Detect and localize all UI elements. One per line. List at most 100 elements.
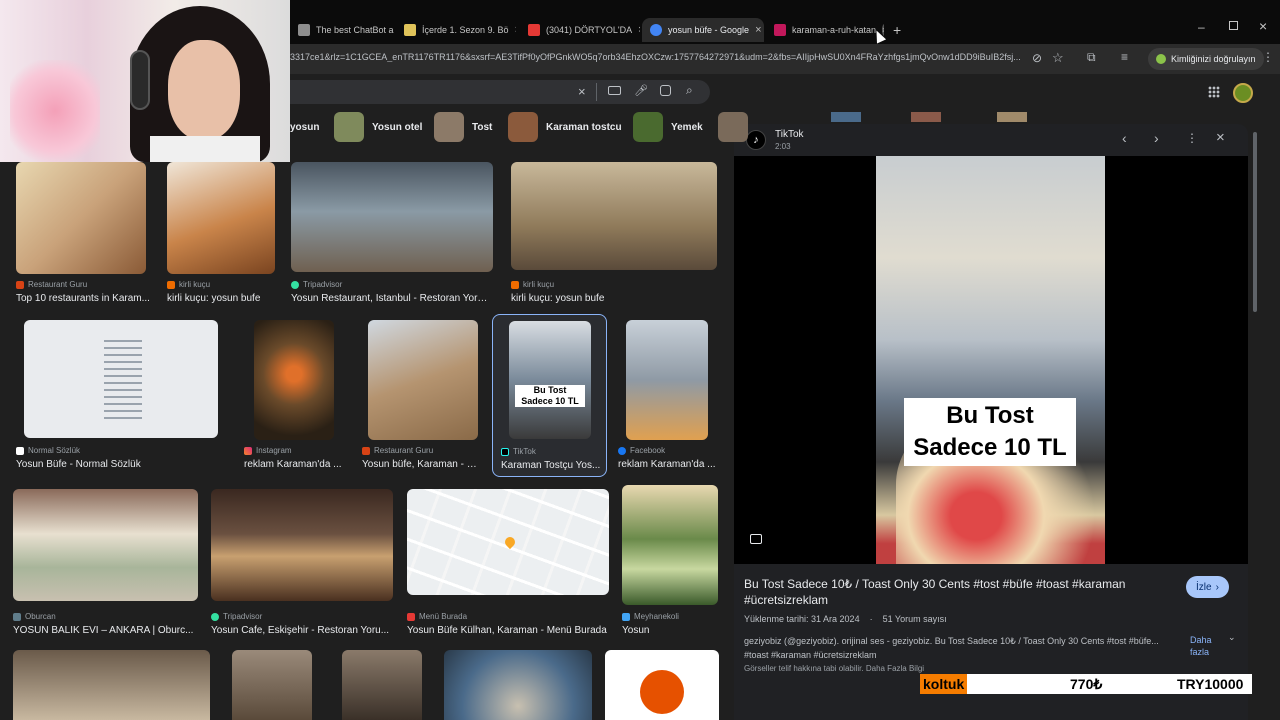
preview-image[interactable]: Bu Tost Sadece 10 TL — [876, 156, 1105, 564]
result-thumbnail[interactable] — [13, 650, 210, 720]
result-source: Restaurant Guru — [362, 446, 433, 455]
result-caption[interactable]: Yosun — [622, 625, 722, 636]
result-thumbnail[interactable] — [232, 650, 312, 720]
eye-off-icon[interactable]: ⊘ — [1032, 51, 1042, 65]
chip-tost[interactable]: Tost — [434, 110, 492, 144]
image-result[interactable]: kirli kuçu kirli kuçu: yosun bufe — [511, 162, 718, 312]
preview-description: geziyobiz (@geziyobiz). orijinal ses - g… — [744, 636, 1159, 660]
tab-karaman[interactable]: karaman-a-ruh-katan × — [766, 18, 884, 42]
more-options-icon[interactable]: ⋮ — [1186, 131, 1198, 145]
microphone-icon[interactable]: 🎤︎ — [634, 84, 648, 97]
preview-image-frame[interactable]: Bu Tost Sadece 10 TL — [734, 156, 1248, 564]
result-thumbnail[interactable] — [626, 320, 708, 440]
close-tab-icon[interactable]: × — [638, 24, 640, 36]
image-result[interactable]: Oburcan YOSUN BALIK EVİ – ANKARA | Oburc… — [13, 489, 203, 639]
image-result[interactable]: Meyhanekoli Yosun — [622, 485, 722, 639]
result-caption[interactable]: Karaman Tostçu Yos... — [501, 460, 601, 471]
result-caption[interactable]: reklam Karaman'da ... — [244, 459, 344, 470]
image-result[interactable]: Instagram reklam Karaman'da ... — [244, 320, 344, 470]
result-caption[interactable]: Yosun Büfe - Normal Sözlük — [16, 459, 216, 470]
tab-chatbot[interactable]: The best ChatBot and × — [290, 18, 394, 42]
tab-google-search[interactable]: yosun büfe - Google × — [642, 18, 764, 42]
result-thumbnail[interactable] — [254, 320, 334, 440]
result-thumbnail[interactable] — [13, 489, 198, 601]
chevron-down-icon[interactable]: ⌄ — [1228, 632, 1236, 643]
extensions-icon[interactable]: ⧉ — [1087, 50, 1096, 65]
tab-youtube[interactable]: (3041) DÖRTYOL'DA × — [520, 18, 640, 42]
scrollbar-thumb[interactable] — [1253, 132, 1257, 312]
result-caption[interactable]: reklam Karaman'da ... — [618, 459, 718, 470]
bookmark-star-icon[interactable]: ☆ — [1052, 50, 1064, 66]
apps-grid-icon[interactable] — [1208, 86, 1220, 98]
account-avatar[interactable] — [1233, 83, 1253, 103]
scrollbar[interactable] — [1250, 124, 1260, 684]
close-tab-icon[interactable]: × — [515, 24, 516, 36]
result-caption[interactable]: kirli kuçu: yosun bufe — [167, 293, 277, 304]
verify-identity-button[interactable]: Kimliğinizi doğrulayın — [1148, 48, 1264, 70]
result-thumbnail[interactable] — [368, 320, 478, 440]
result-caption[interactable]: Top 10 restaurants in Karam... — [16, 293, 156, 304]
result-thumbnail[interactable] — [444, 650, 592, 720]
facebook-icon — [618, 446, 626, 455]
result-source: kirli kuçu — [511, 280, 554, 289]
result-thumbnail[interactable] — [605, 650, 719, 720]
result-thumbnail[interactable] — [167, 162, 275, 274]
search-input[interactable]: × 🎤︎ ⌕ — [280, 80, 710, 104]
close-tab-icon[interactable]: × — [755, 24, 761, 36]
close-window-icon[interactable]: × — [1259, 18, 1267, 34]
panel-source[interactable]: TikTok — [775, 129, 804, 140]
result-caption[interactable]: kirli kuçu: yosun bufe — [511, 293, 711, 304]
close-panel-icon[interactable]: × — [1216, 129, 1225, 146]
result-thumbnail[interactable] — [342, 650, 422, 720]
next-icon[interactable]: › — [1154, 130, 1159, 146]
result-thumbnail[interactable] — [407, 489, 609, 595]
clear-search-icon[interactable]: × — [578, 84, 586, 99]
result-caption[interactable]: Yosun Büfe Külhan, Karaman - Menü Burada — [407, 625, 612, 636]
result-thumbnail[interactable] — [622, 485, 718, 605]
result-caption[interactable]: Yosun Cafe, Eskişehir - Restoran Yoru... — [211, 625, 396, 636]
media-controls-icon[interactable]: ≡ — [1121, 50, 1128, 64]
image-result[interactable]: Menü Burada Yosun Büfe Külhan, Karaman -… — [407, 489, 612, 639]
copyright-notice[interactable]: Görseller telif hakkına tabi olabilir. D… — [744, 664, 924, 673]
image-result[interactable]: kirli kuçu kirli kuçu: yosun bufe — [167, 162, 277, 312]
chip-thumbnail[interactable] — [718, 112, 748, 142]
chip-thumbnail[interactable] — [831, 112, 861, 122]
chip-thumbnail[interactable] — [911, 112, 941, 122]
result-thumbnail[interactable] — [16, 162, 146, 274]
image-result[interactable]: Tripadvisor Yosun Cafe, Eskişehir - Rest… — [211, 489, 396, 639]
chip-yosun-otel[interactable]: Yosun otel — [334, 110, 422, 144]
maximize-icon[interactable] — [1229, 21, 1238, 30]
image-result[interactable]: Normal Sözlük Yosun Büfe - Normal Sözlük — [16, 320, 221, 470]
previous-icon[interactable]: ‹ — [1122, 130, 1127, 146]
result-thumbnail[interactable] — [24, 320, 218, 438]
watch-button[interactable]: İzle › — [1186, 576, 1229, 598]
image-result[interactable]: Restaurant Guru Top 10 restaurants in Ka… — [16, 162, 150, 312]
chip-yosun[interactable]: yosun — [290, 110, 319, 144]
result-thumbnail[interactable]: Bu Tost Sadece 10 TL — [509, 321, 591, 439]
more-link[interactable]: Daha fazla — [1190, 634, 1230, 658]
result-thumbnail[interactable] — [291, 162, 493, 272]
preview-title[interactable]: Bu Tost Sadece 10₺ / Toast Only 30 Cents… — [744, 576, 1164, 608]
address-bar[interactable]: 3317ce1&rlz=1C1GCEA_enTR1176TR1176&sxsrf… — [290, 52, 1030, 62]
tab-title: yosun büfe - Google — [668, 25, 750, 35]
image-result[interactable]: Facebook reklam Karaman'da ... — [618, 320, 718, 470]
new-tab-button[interactable]: + — [893, 22, 901, 38]
chip-karaman-tostcu[interactable]: Karaman tostcu — [508, 110, 622, 144]
lens-camera-icon[interactable] — [660, 85, 671, 96]
minimize-icon[interactable]: – — [1198, 20, 1205, 34]
result-caption[interactable]: YOSUN BALIK EVİ – ANKARA | Oburc... — [13, 625, 203, 636]
search-icon[interactable]: ⌕ — [686, 83, 693, 98]
image-result-selected[interactable]: Bu Tost Sadece 10 TL TikTok Karaman Tost… — [492, 314, 607, 477]
lens-search-icon[interactable] — [750, 534, 762, 544]
result-caption[interactable]: Yosun büfe, Karaman - R... — [362, 459, 482, 470]
tab-icerde[interactable]: İçerde 1. Sezon 9. Bö × — [396, 18, 516, 42]
image-result[interactable]: Tripadvisor Yosun Restaurant, İstanbul -… — [291, 162, 493, 312]
chrome-menu-icon[interactable]: ⋮ — [1262, 50, 1274, 64]
result-thumbnail[interactable] — [211, 489, 393, 601]
keyboard-icon[interactable] — [608, 86, 621, 95]
chip-yemek[interactable]: Yemek — [633, 110, 703, 144]
result-thumbnail[interactable] — [511, 162, 717, 270]
image-result[interactable]: Restaurant Guru Yosun büfe, Karaman - R.… — [362, 320, 482, 470]
result-caption[interactable]: Yosun Restaurant, İstanbul - Restoran Yo… — [291, 293, 491, 304]
chip-thumbnail[interactable] — [997, 112, 1027, 122]
